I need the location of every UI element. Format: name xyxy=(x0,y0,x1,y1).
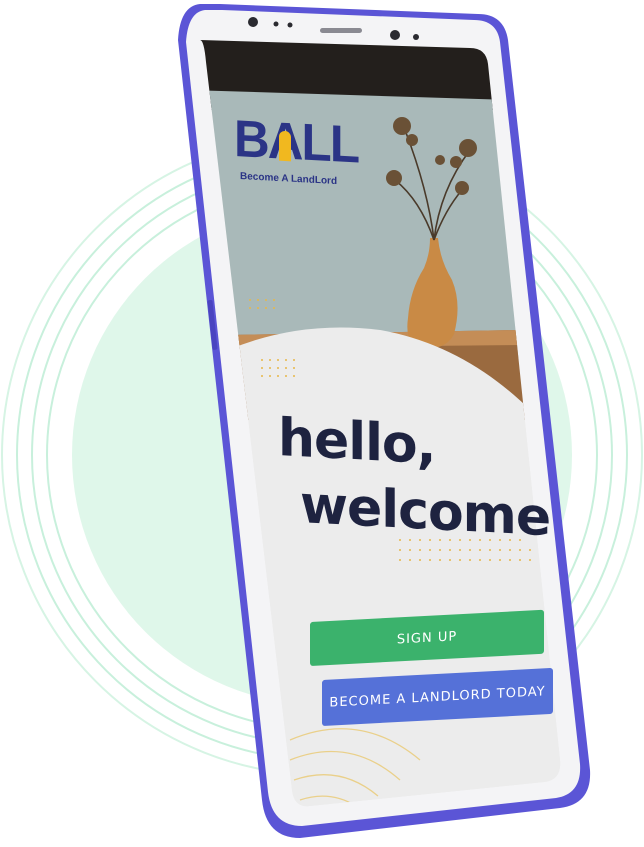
welcome-heading: hello, welcome xyxy=(278,408,551,549)
earpiece-icon xyxy=(320,28,362,33)
app-showcase: BALL Become A LandLord hello, welcome SI… xyxy=(0,0,644,847)
brand-wordmark: BALL xyxy=(234,110,359,175)
brand-tagline: Become A LandLord xyxy=(240,171,338,188)
brand-logo: BALL Become A LandLord xyxy=(234,110,364,193)
welcome-heading-line2: welcome xyxy=(300,475,551,549)
door-icon xyxy=(279,130,291,162)
